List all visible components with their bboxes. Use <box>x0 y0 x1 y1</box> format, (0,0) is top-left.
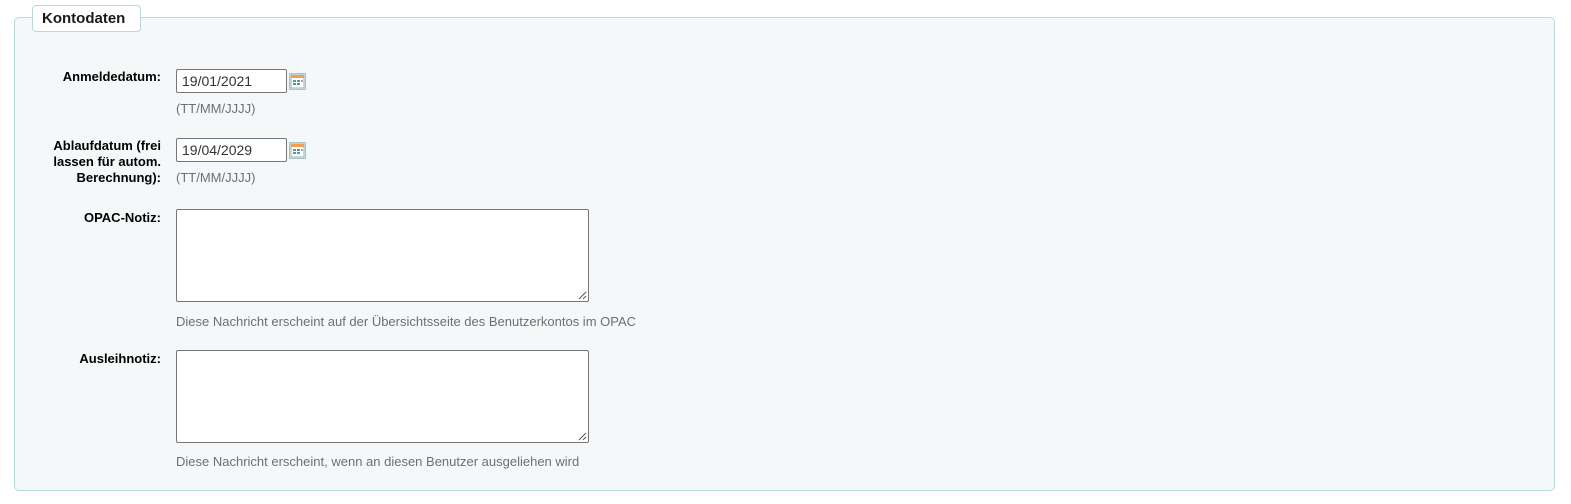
registration-date-label: Anmeldedatum: <box>62 69 161 84</box>
expiry-date-label-line-1: Ablaufdatum (frei <box>53 138 161 153</box>
registration-date-format-hint: (TT/MM/JJJJ) <box>176 101 256 116</box>
expiry-date-label-line-3: Berechnung): <box>76 170 162 185</box>
registration-date-input[interactable]: 19/01/2021 <box>176 69 287 93</box>
circulation-note-label: Ausleihnotiz: <box>79 351 161 366</box>
opac-note-label: OPAC-Notiz: <box>83 210 161 225</box>
expiry-date-label: Ablaufdatum (frei lassen für autom. Bere… <box>13 138 161 186</box>
resize-grip-icon[interactable] <box>577 290 587 300</box>
calendar-icon[interactable] <box>289 73 306 90</box>
opac-note-hint: Diese Nachricht erscheint auf der Übersi… <box>176 314 637 329</box>
circulation-note-hint: Diese Nachricht erscheint, wenn an diese… <box>176 454 580 469</box>
resize-grip-icon[interactable] <box>577 431 587 441</box>
expiry-date-input[interactable]: 19/04/2029 <box>176 138 287 162</box>
fieldset-legend: Kontodaten <box>32 5 141 32</box>
circulation-note-textarea[interactable] <box>176 350 589 443</box>
calendar-icon[interactable] <box>289 142 306 159</box>
expiry-date-label-line-2: lassen für autom. <box>53 154 161 169</box>
expiry-date-format-hint: (TT/MM/JJJJ) <box>176 170 256 185</box>
opac-note-textarea[interactable] <box>176 209 589 302</box>
